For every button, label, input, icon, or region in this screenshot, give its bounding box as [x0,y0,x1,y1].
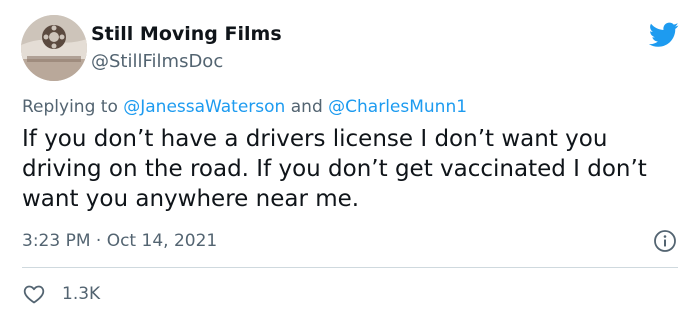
like-count: 1.3K [62,284,101,304]
film-reel-avatar-icon [21,15,87,81]
divider [22,267,678,268]
tweet-timestamp[interactable]: 3:23 PM · Oct 14, 2021 [22,230,217,252]
author-handle[interactable]: @StillFilmsDoc [91,50,223,74]
reply-conjunction: and [285,97,329,117]
author-display-name[interactable]: Still Moving Films [91,22,282,46]
like-action[interactable]: 1.3K [22,282,100,306]
tweet-card: Still Moving Films @StillFilmsDoc Replyi… [0,0,700,319]
mention-link-charles[interactable]: @CharlesMunn1 [328,97,467,117]
avatar[interactable] [21,15,87,81]
reply-prefix: Replying to [22,97,124,117]
heart-icon[interactable] [22,282,46,306]
reply-context: Replying to @JanessaWaterson and @Charle… [22,96,467,118]
mention-link-janessa[interactable]: @JanessaWaterson [123,97,285,117]
twitter-bird-icon[interactable] [649,22,679,48]
info-icon[interactable] [653,229,677,253]
tweet-text: If you don’t have a drivers license I do… [22,126,647,212]
